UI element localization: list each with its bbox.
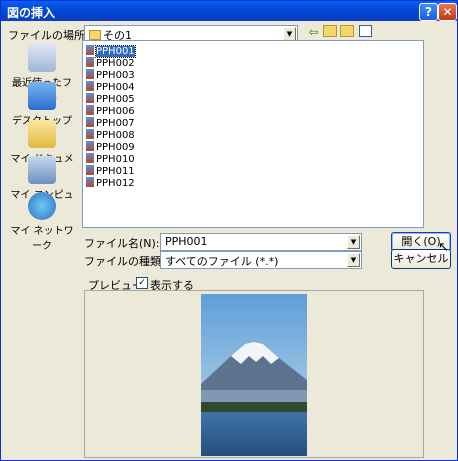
mouse-cursor-icon: ↖	[438, 240, 449, 255]
list-item[interactable]: PPH006	[86, 105, 135, 117]
file-icon	[86, 93, 94, 103]
place-my-network[interactable]: マイ ネットワーク	[8, 192, 76, 252]
list-item[interactable]: PPH001	[86, 45, 136, 58]
chevron-down-icon[interactable]: ▼	[347, 235, 360, 249]
list-item[interactable]: PPH008	[86, 129, 135, 141]
list-item[interactable]: PPH004	[86, 81, 135, 93]
mount-fuji-photo	[201, 294, 307, 456]
new-folder-icon[interactable]	[339, 25, 354, 40]
preview-image	[201, 294, 307, 456]
file-icon	[86, 105, 94, 115]
list-item[interactable]: PPH012	[86, 177, 135, 189]
my-network-icon	[28, 192, 56, 220]
file-icon	[86, 45, 94, 55]
file-icon	[86, 177, 94, 187]
file-icon	[86, 69, 94, 79]
file-icon	[86, 81, 94, 91]
list-item[interactable]: PPH002	[86, 57, 135, 69]
up-folder-icon[interactable]	[322, 25, 337, 40]
file-list[interactable]: PPH001 PPH002 PPH003 PPH004 PPH005 PPH00…	[82, 40, 424, 228]
filename-label: ファイル名(N):	[84, 237, 160, 250]
views-menu-icon[interactable]: ▾	[356, 25, 374, 55]
title-bar[interactable]: 図の挿入 ? ✕	[1, 1, 457, 21]
list-item[interactable]: PPH011	[86, 165, 135, 177]
file-icon	[86, 117, 94, 127]
list-item[interactable]: PPH003	[86, 69, 135, 81]
back-icon[interactable]: ⇦	[306, 25, 321, 40]
list-item[interactable]: PPH010	[86, 153, 135, 165]
chevron-down-icon[interactable]: ▼	[347, 253, 360, 267]
list-item[interactable]: PPH007	[86, 117, 135, 129]
my-computer-icon	[28, 156, 56, 184]
file-icon	[86, 57, 94, 67]
preview-checkbox[interactable]: ✓	[136, 277, 148, 289]
file-icon	[86, 129, 94, 139]
filetype-dropdown[interactable]: すべてのファイル (*.*) ▼	[160, 251, 362, 269]
desktop-icon	[28, 82, 56, 110]
my-documents-icon	[28, 120, 56, 148]
folder-icon	[89, 30, 101, 40]
list-item[interactable]: PPH005	[86, 93, 135, 105]
help-button[interactable]: ?	[419, 3, 438, 21]
filename-field[interactable]: PPH001 ▼	[160, 233, 362, 251]
chevron-down-icon[interactable]: ▼	[283, 27, 296, 41]
file-icon	[86, 141, 94, 151]
list-item[interactable]: PPH009	[86, 141, 135, 153]
recent-documents-icon	[28, 44, 56, 72]
file-icon	[86, 165, 94, 175]
close-button[interactable]: ✕	[438, 3, 457, 21]
dialog-title: 図の挿入	[7, 6, 56, 20]
file-icon	[86, 153, 94, 163]
